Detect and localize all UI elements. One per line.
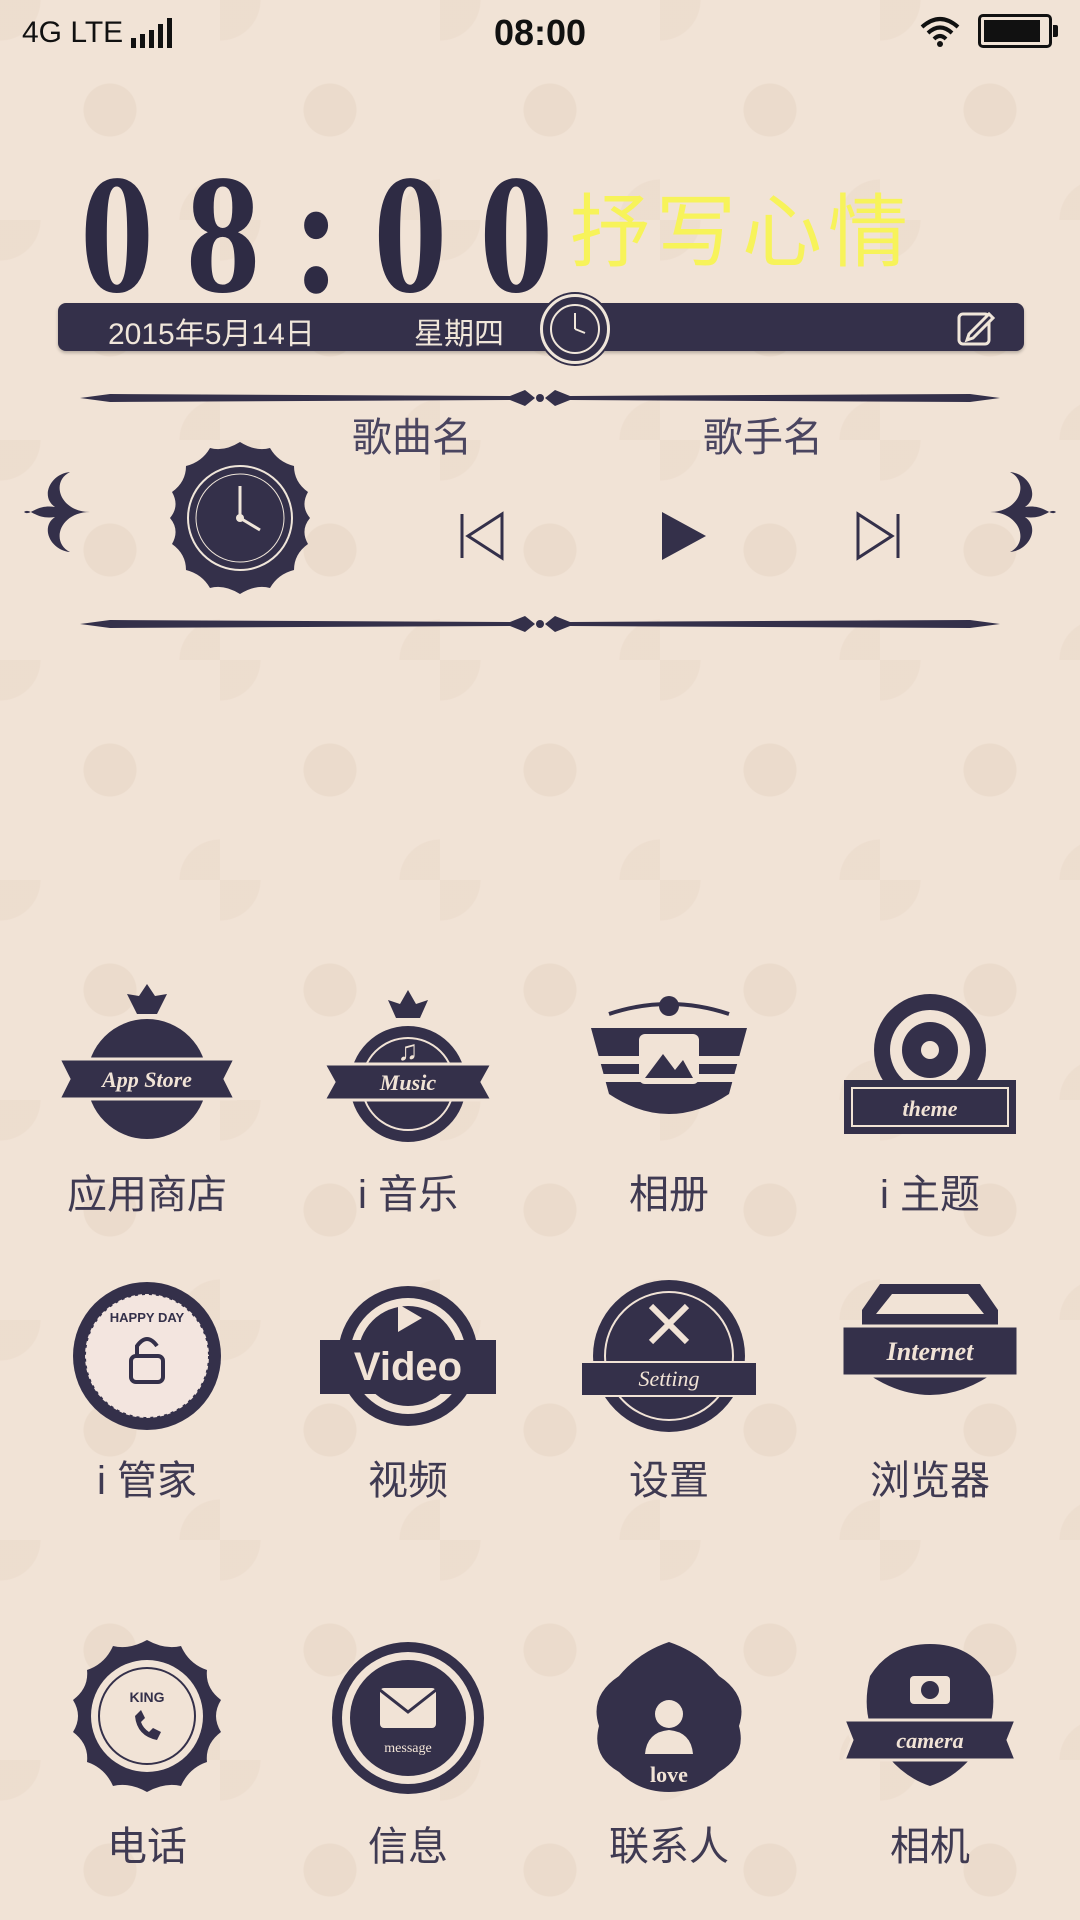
svg-text:♫: ♫ [398, 1035, 419, 1066]
settings-icon: Setting [580, 1280, 758, 1432]
svg-text:Video: Video [354, 1345, 462, 1389]
app-label: i 管家 [97, 1459, 197, 1503]
app-label: 视频 [368, 1459, 448, 1503]
message-icon: message [332, 1642, 484, 1794]
app-app-store[interactable]: App Store 应用商店 [32, 984, 262, 1220]
app-label: 设置 [629, 1459, 709, 1503]
skip-next-icon[interactable] [850, 508, 906, 564]
app-message[interactable]: message 信息 [293, 1636, 523, 1872]
play-icon[interactable] [654, 508, 710, 564]
battery-fill [984, 20, 1040, 42]
svg-text:Internet: Internet [886, 1337, 974, 1366]
app-label: i 音乐 [358, 1173, 458, 1217]
album-clock-icon[interactable] [160, 438, 320, 598]
app-theme[interactable]: theme i 主题 [815, 984, 1045, 1220]
svg-text:message: message [384, 1741, 431, 1756]
app-label: 联系人 [609, 1825, 729, 1869]
svg-text:love: love [650, 1762, 688, 1787]
app-label: 浏览器 [870, 1459, 990, 1503]
browser-icon: Internet [840, 1284, 1020, 1395]
battery-icon [978, 14, 1058, 48]
app-store-icon: App Store [57, 984, 237, 1139]
music-icon: ♫ Music [321, 990, 495, 1142]
app-album[interactable]: 相册 [554, 984, 784, 1220]
camera-icon: camera [841, 1644, 1019, 1786]
theme-icon: theme [844, 994, 1016, 1134]
ornament-divider-top [80, 390, 1000, 406]
app-music[interactable]: ♫ Music i 音乐 [293, 984, 523, 1220]
app-label: 相机 [890, 1825, 970, 1869]
phone-icon: KING [73, 1640, 221, 1792]
artist-name: 歌手名 [703, 416, 823, 460]
app-phone[interactable]: KING 电话 [32, 1636, 262, 1872]
video-icon: Video [320, 1286, 496, 1426]
app-label: 相册 [629, 1173, 709, 1217]
svg-text:theme: theme [903, 1096, 958, 1121]
app-label: i 主题 [880, 1173, 980, 1217]
app-label: 电话 [107, 1825, 187, 1869]
status-time: 08:00 [493, 12, 587, 53]
date-text: 2015年5月14日 [108, 318, 315, 351]
app-browser[interactable]: Internet 浏览器 [815, 1270, 1045, 1506]
skip-previous-icon[interactable] [454, 508, 510, 564]
small-clock-icon [540, 294, 610, 364]
svg-text:Setting: Setting [638, 1366, 699, 1391]
svg-text:App Store: App Store [100, 1067, 192, 1092]
svg-text:HAPPY DAY: HAPPY DAY [110, 1310, 185, 1325]
app-contacts[interactable]: love 联系人 [554, 1636, 784, 1872]
svg-text:camera: camera [896, 1728, 963, 1753]
app-camera[interactable]: camera 相机 [815, 1636, 1045, 1872]
edit-icon[interactable] [955, 308, 995, 348]
album-icon [585, 996, 753, 1114]
app-manager[interactable]: HAPPY DAY i 管家 [32, 1270, 262, 1506]
flourish-left-icon [24, 472, 90, 552]
flourish-right-icon [990, 472, 1056, 552]
manager-icon: HAPPY DAY [73, 1282, 221, 1430]
app-label: 应用商店 [67, 1173, 227, 1217]
contacts-icon: love [596, 1642, 742, 1792]
song-name: 歌曲名 [352, 416, 472, 460]
ornament-divider-bottom [80, 616, 1000, 632]
app-settings[interactable]: Setting 设置 [554, 1270, 784, 1506]
svg-text:Music: Music [379, 1070, 436, 1095]
status-icons [920, 14, 1058, 48]
app-label: 信息 [368, 1825, 448, 1869]
app-video[interactable]: Video 视频 [293, 1270, 523, 1506]
mood-prompt[interactable]: 抒写心情 [570, 168, 914, 284]
svg-text:KING: KING [130, 1689, 165, 1705]
weekday-text: 星期四 [414, 318, 504, 351]
wifi-icon [920, 17, 960, 47]
